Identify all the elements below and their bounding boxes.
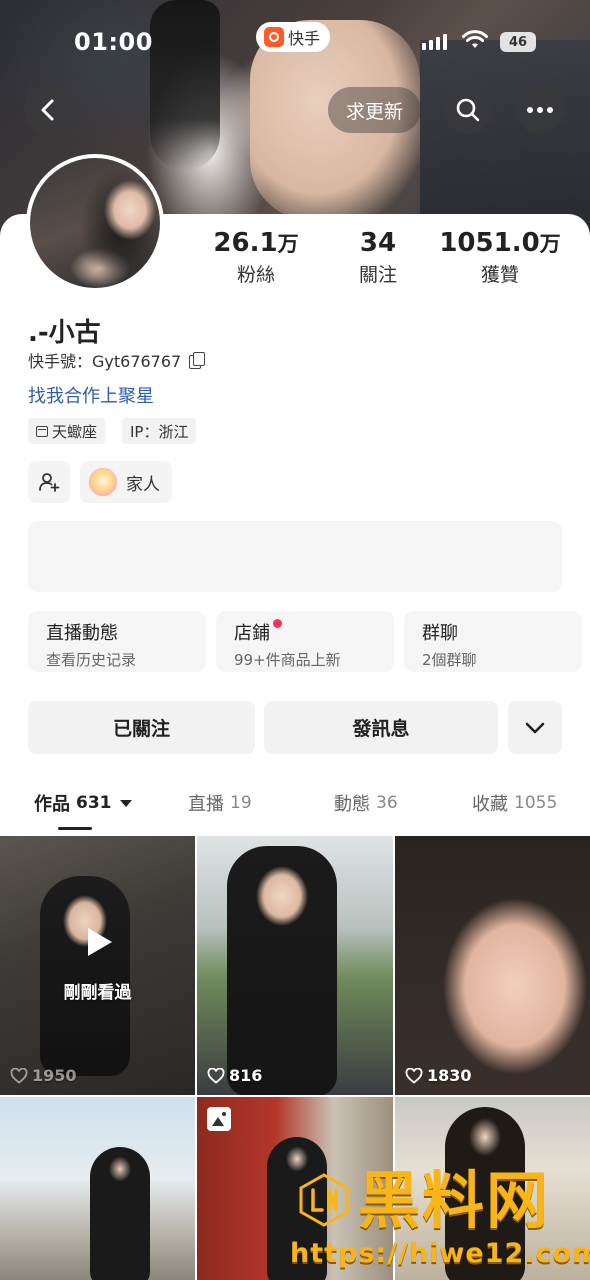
expand-button[interactable] [508, 701, 562, 754]
tab-live[interactable]: 直播 19 [188, 790, 252, 816]
live-history-card[interactable]: 直播動態 查看历史记录 [28, 611, 206, 672]
app-indicator: 快手 [256, 22, 331, 52]
followers-label: 粉絲 [236, 264, 275, 286]
chevron-down-icon [525, 722, 545, 733]
kuaishou-id-row: 快手號：Gyt676767 [28, 348, 206, 372]
video-thumbnail[interactable]: 1830 [395, 836, 590, 1095]
heart-icon [405, 1067, 423, 1084]
tab-works-count: 631 [76, 793, 112, 813]
ip-location-tag: IP：浙江 [122, 418, 197, 444]
notification-dot [273, 619, 282, 628]
copy-icon[interactable] [189, 352, 206, 369]
profile-banner-placeholder [28, 521, 562, 592]
back-button[interactable] [24, 86, 72, 134]
search-icon [456, 98, 480, 122]
stat-likes[interactable]: 1051.0万 獲贊 [430, 228, 570, 287]
group-chat-card[interactable]: 群聊 2個群聊 [404, 611, 582, 672]
tab-moments[interactable]: 動態 36 [334, 790, 398, 816]
add-user-icon [39, 473, 60, 492]
group-chat-title: 群聊 [422, 623, 458, 644]
shop-card[interactable]: 店鋪 99+件商品上新 [216, 611, 394, 672]
like-count: 1830 [405, 1066, 472, 1085]
wifi-icon [462, 30, 488, 48]
kuaishou-id: 快手號：Gyt676767 [28, 352, 182, 371]
cover-background-sofa [420, 40, 590, 240]
family-label: 家人 [126, 474, 160, 495]
like-count-text: 1950 [32, 1066, 77, 1085]
video-thumbnail[interactable] [0, 1097, 195, 1280]
like-count: 1950 [10, 1066, 77, 1085]
likes-unit: 万 [539, 232, 561, 256]
cellular-signal-icon [422, 34, 447, 50]
watermark-url: https://hiwe12.com [290, 1238, 590, 1269]
recently-watched-label: 剛剛看過 [63, 983, 132, 1003]
more-options-button[interactable] [516, 86, 564, 134]
like-count-text: 1830 [427, 1066, 472, 1085]
followers-count: 26.1 [213, 228, 278, 258]
ip-text: IP：浙江 [130, 422, 189, 441]
shop-title: 店鋪 [234, 623, 270, 644]
caret-down-icon [119, 799, 132, 807]
like-count-text: 816 [229, 1066, 263, 1085]
zodiac-text: 天蠍座 [52, 422, 98, 441]
family-avatar [88, 467, 118, 497]
tab-moments-count: 36 [376, 793, 398, 813]
search-button[interactable] [444, 86, 492, 134]
likes-count: 1051.0 [439, 228, 540, 258]
send-message-button[interactable]: 發訊息 [264, 701, 498, 754]
stat-following[interactable]: 34 關注 [338, 228, 418, 287]
group-chat-subtitle: 2個群聊 [422, 651, 477, 669]
active-tab-indicator [58, 827, 92, 830]
avatar[interactable] [26, 154, 164, 292]
watermark-logo-icon [299, 1173, 349, 1227]
live-history-subtitle: 查看历史记录 [46, 651, 137, 669]
kuaishou-logo-icon [264, 27, 284, 47]
request-update-button[interactable]: 求更新 [328, 87, 422, 133]
bio-link[interactable]: 找我合作上聚星 [28, 382, 154, 408]
live-history-title: 直播動態 [46, 623, 118, 644]
content-tabs: 作品 631 直播 19 動態 36 收藏 1055 [0, 790, 590, 830]
video-thumbnail[interactable]: 816 [197, 836, 393, 1095]
tab-moments-label: 動態 [334, 794, 370, 815]
status-time: 01:00 [74, 28, 153, 56]
likes-label: 獲贊 [480, 264, 519, 286]
video-thumbnail[interactable]: 剛剛看過 1950 [0, 836, 195, 1095]
followers-unit: 万 [277, 232, 299, 256]
tab-favorites-label: 收藏 [472, 794, 508, 815]
stat-followers[interactable]: 26.1万 粉絲 [206, 228, 306, 287]
zodiac-tag: 天蠍座 [28, 418, 106, 444]
tab-works-label: 作品 [34, 794, 70, 815]
chevron-left-icon [41, 99, 54, 121]
followed-button[interactable]: 已關注 [28, 701, 255, 754]
watermark-brand: 黑料网 [358, 1164, 551, 1237]
thumbnail-subject [40, 876, 130, 1076]
play-icon [88, 928, 112, 956]
battery-indicator: 46 [500, 32, 536, 52]
image-icon [207, 1107, 231, 1131]
app-name: 快手 [288, 29, 321, 48]
heart-icon [207, 1067, 225, 1084]
tab-favorites[interactable]: 收藏 1055 [472, 790, 557, 816]
username: .-小古 [28, 318, 101, 348]
tab-live-count: 19 [230, 793, 252, 813]
add-friend-button[interactable] [28, 461, 70, 503]
following-label: 關注 [358, 264, 397, 286]
more-dots-icon [527, 107, 553, 113]
thumbnail-subject [90, 1147, 150, 1280]
shop-subtitle: 99+件商品上新 [234, 651, 341, 669]
family-button[interactable]: 家人 [80, 461, 172, 503]
tab-works[interactable]: 作品 631 [34, 790, 132, 816]
cover-hair [150, 0, 220, 170]
like-count: 816 [207, 1066, 262, 1085]
thumbnail-subject [227, 846, 337, 1095]
following-count: 34 [359, 228, 397, 258]
heart-icon [10, 1067, 28, 1084]
tab-live-label: 直播 [188, 794, 224, 815]
calendar-icon [36, 425, 48, 437]
tab-favorites-count: 1055 [514, 793, 558, 813]
